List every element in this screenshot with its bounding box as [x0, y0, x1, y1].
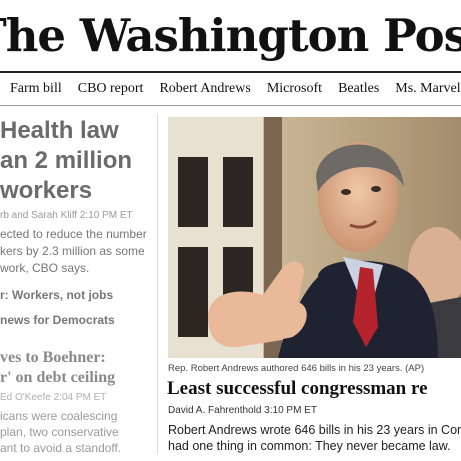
related-link-workers[interactable]: r: Workers, not jobs	[0, 288, 113, 302]
nav-rule	[0, 105, 461, 106]
column-divider	[157, 114, 158, 454]
main-byline: David A. Fahrenthold 3:10 PM ET	[168, 405, 317, 416]
masthead-rule	[0, 71, 461, 73]
boehner-summary: icans were coalescing plan, two conserva…	[0, 409, 122, 455]
nav-item-ms-marvel[interactable]: Ms. Marvel	[395, 81, 460, 97]
nav-item-farm-bill[interactable]: Farm bill	[10, 81, 62, 97]
nav-item-microsoft[interactable]: Microsoft	[267, 81, 322, 97]
health-law-summary: ected to reduce the number kers by 2.3 m…	[0, 227, 147, 275]
lead-photo-image	[168, 117, 461, 358]
health-law-byline: rb and Sarah Kliff 2:10 PM ET	[0, 210, 133, 221]
nav-item-cbo-report[interactable]: CBO report	[78, 81, 144, 97]
masthead-logo[interactable]: The Washington Post	[0, 0, 461, 70]
boehner-byline: Ed O'Keefe 2:04 PM ET	[0, 392, 107, 403]
nav-item-beatles[interactable]: Beatles	[338, 81, 379, 97]
health-law-headline[interactable]: Health law an 2 million workers	[0, 116, 155, 206]
photo-caption: Rep. Robert Andrews authored 646 bills i…	[168, 363, 425, 374]
nav-item-robert-andrews[interactable]: Robert Andrews	[159, 81, 250, 97]
related-link-democrats[interactable]: news for Democrats	[0, 313, 115, 327]
topic-nav: Farm bill CBO report Robert Andrews Micr…	[0, 74, 461, 104]
boehner-headline[interactable]: ves to Boehner: r' on debt ceiling	[0, 348, 155, 388]
main-headline[interactable]: Least successful congressman re	[167, 378, 461, 400]
main-summary: Robert Andrews wrote 646 bills in his 23…	[168, 423, 461, 453]
left-column: Health law an 2 million workers rb and S…	[0, 110, 155, 461]
lead-photo[interactable]	[168, 117, 461, 358]
